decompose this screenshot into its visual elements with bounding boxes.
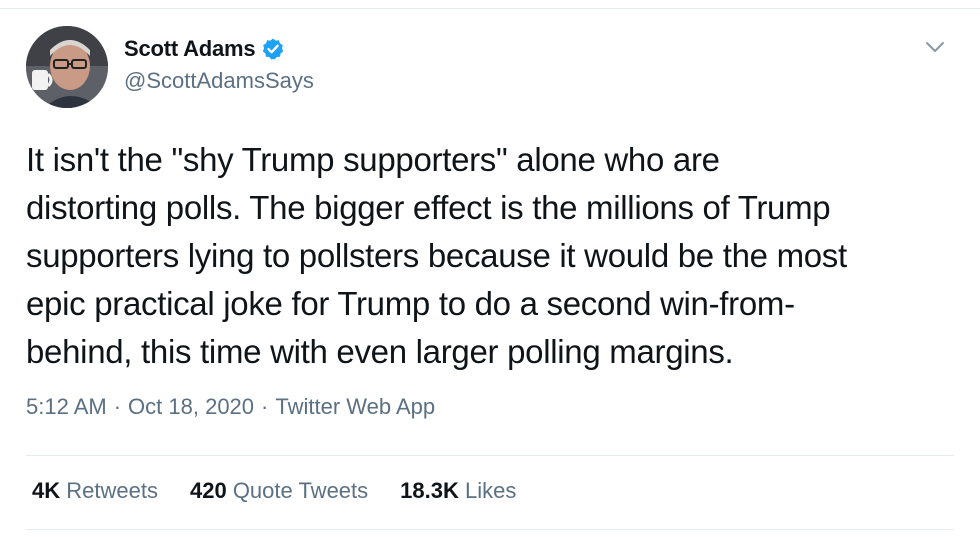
retweets-stat[interactable]: 4K Retweets (32, 478, 158, 504)
author-display-name[interactable]: Scott Adams (124, 36, 256, 62)
likes-count: 18.3K (400, 478, 459, 503)
tweet-text-line: It isn't the "shy Trump supporters" alon… (26, 141, 720, 178)
name-row: Scott Adams (124, 34, 314, 64)
tweet-time[interactable]: 5:12 AM (26, 394, 107, 420)
retweets-label: Retweets (66, 478, 158, 503)
verified-badge-icon (261, 37, 285, 61)
engagement-stats: 4K Retweets 420 Quote Tweets 18.3K Likes (32, 478, 548, 504)
chevron-down-icon (926, 42, 944, 52)
stats-top-divider (26, 455, 954, 456)
tweet-text-line: behind, this time with even larger polli… (26, 333, 734, 370)
meta-separator: · (113, 394, 122, 419)
tweet-text: It isn't the "shy Trump supporters" alon… (26, 136, 966, 376)
quote-tweets-count: 420 (189, 478, 227, 503)
stats-bottom-divider (26, 529, 954, 530)
avatar[interactable] (26, 26, 108, 108)
quote-tweets-stat[interactable]: 420 Quote Tweets (190, 478, 368, 504)
tweet-metadata: 5:12 AM · Oct 18, 2020 · Twitter Web App (26, 394, 435, 420)
more-options-button[interactable] (922, 34, 948, 60)
tweet-text-line: distorting polls. The bigger effect is t… (26, 189, 831, 226)
tweet-text-line: supporters lying to pollsters because it… (26, 237, 847, 274)
author-identity[interactable]: Scott Adams @ScottAdamsSays (124, 34, 314, 94)
tweet-card: Scott Adams @ScottAdamsSays It isn't the… (0, 0, 980, 537)
likes-stat[interactable]: 18.3K Likes (400, 478, 516, 504)
retweets-count: 4K (32, 478, 61, 503)
meta-separator: · (261, 394, 269, 419)
profile-photo-icon (26, 26, 108, 108)
top-divider (0, 8, 980, 9)
tweet-date[interactable]: Oct 18, 2020 (128, 394, 254, 420)
tweet-text-line: epic practical joke for Trump to do a se… (26, 285, 795, 322)
tweet-source-link[interactable]: Twitter Web App (275, 394, 435, 420)
author-handle[interactable]: @ScottAdamsSays (124, 68, 314, 94)
quote-tweets-label: Quote Tweets (232, 478, 369, 503)
likes-label: Likes (465, 478, 517, 503)
